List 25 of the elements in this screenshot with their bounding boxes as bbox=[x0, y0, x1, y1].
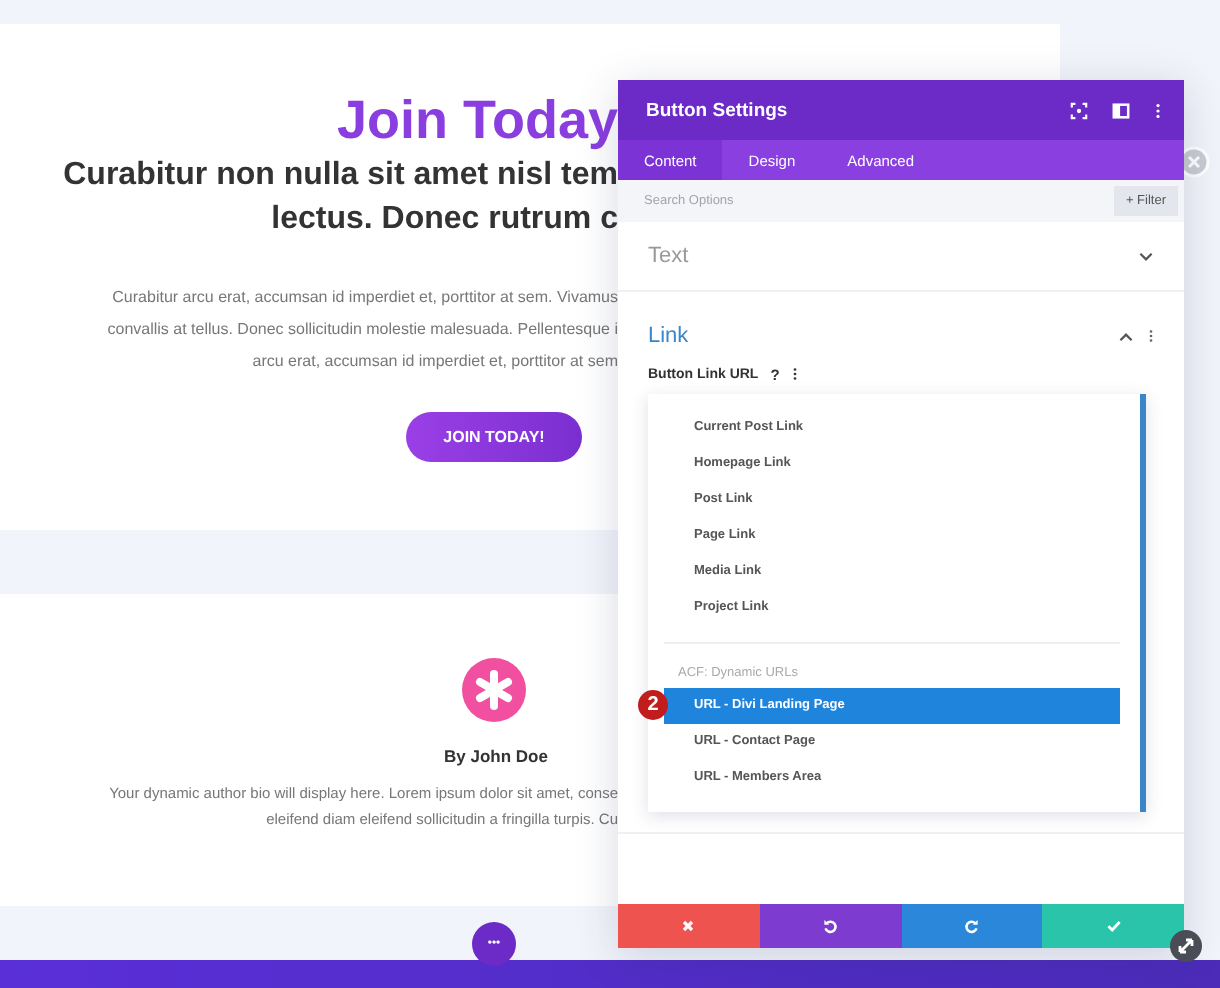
asterisk-icon bbox=[462, 658, 526, 722]
chevron-icon[interactable] bbox=[1138, 251, 1154, 261]
panel-title: Button Settings bbox=[646, 99, 788, 121]
hero-text-line: arcu erat, accumsan id imperdiet et, porttitor at sem bbox=[252, 350, 618, 374]
close-icon bbox=[680, 918, 697, 934]
check-icon bbox=[1105, 918, 1122, 934]
section-title[interactable]: Link bbox=[648, 324, 689, 348]
undo-icon bbox=[822, 918, 839, 934]
chevron-icon[interactable] bbox=[1118, 331, 1134, 341]
more-icon[interactable] bbox=[791, 366, 798, 382]
step-badge: 2 bbox=[638, 690, 668, 720]
redo-icon bbox=[963, 918, 980, 934]
author-name: By John Doe bbox=[442, 746, 550, 766]
hero-title: Join Today bbox=[336, 88, 618, 154]
more-icon[interactable] bbox=[1148, 328, 1154, 344]
hero-subtitle-line: Curabitur non nulla sit amet nisl tem bbox=[63, 156, 618, 196]
hero-text-line: convallis at tellus. Donec sollicitudin molestie malesuada. Pellentesque i bbox=[107, 318, 618, 342]
hero-text-line: Curabitur arcu erat, accumsan id imperdiet et, porttitor at sem. Vivamus bbox=[112, 286, 618, 310]
hero-subtitle-line: lectus. Donec rutrum c bbox=[271, 200, 618, 240]
more-icon[interactable] bbox=[1154, 101, 1162, 119]
save-button[interactable] bbox=[1042, 904, 1184, 948]
join-button[interactable]: JOIN TODAY! bbox=[406, 412, 582, 462]
split-view-icon[interactable] bbox=[1112, 101, 1130, 119]
expand-icon[interactable] bbox=[1070, 101, 1088, 119]
resize-icon[interactable] bbox=[1170, 930, 1202, 962]
